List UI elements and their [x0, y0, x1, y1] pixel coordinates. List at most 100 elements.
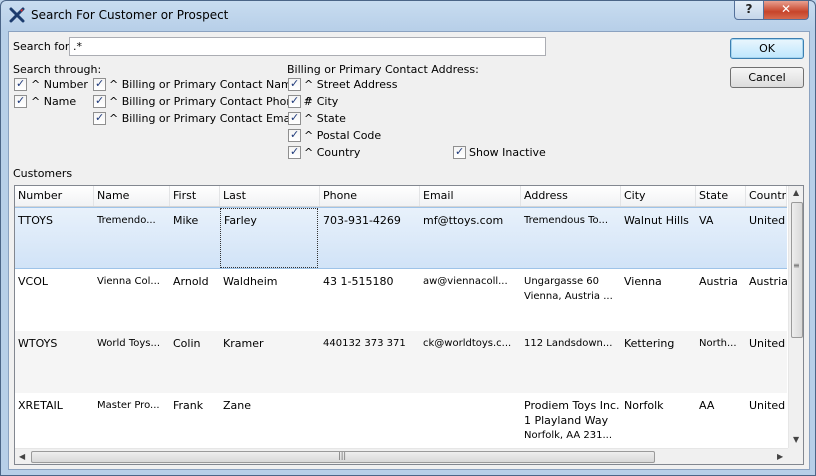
cell-address: 112 Landsdown...: [524, 338, 613, 349]
cell-city: Kettering: [624, 337, 675, 350]
cell-first: Arnold: [173, 275, 209, 288]
scroll-left-arrow-icon[interactable]: ◀: [19, 452, 25, 461]
table-header: Number Name First Last Phone Email Addre…: [15, 186, 787, 207]
customers-label: Customers: [13, 167, 73, 180]
show-inactive-label: Show Inactive: [469, 146, 546, 159]
contact-phone-checkbox[interactable]: [93, 94, 106, 108]
cell-phone: 43 1-515180: [323, 275, 394, 288]
name-checkbox-label: ^ Name: [31, 95, 77, 108]
number-checkbox-label: ^ Number: [31, 78, 88, 91]
state-checkbox[interactable]: [288, 111, 301, 125]
street-checkbox[interactable]: [288, 77, 301, 91]
vertical-scrollbar[interactable]: ▲ ≡ ▼: [788, 186, 803, 448]
cell-last: Waldheim: [223, 275, 278, 288]
horizontal-scrollbar[interactable]: ◀ ||| ▶: [15, 448, 788, 464]
scroll-corner: [788, 448, 803, 464]
customers-table[interactable]: Number Name First Last Phone Email Addre…: [14, 185, 804, 465]
cell-email: mf@ttoys.com: [423, 214, 504, 227]
column-header-number[interactable]: Number: [15, 186, 94, 206]
search-dialog: Search For Customer or Prospect ? ✕ Sear…: [0, 0, 816, 476]
cell-number: VCOL: [18, 275, 48, 288]
column-header-phone[interactable]: Phone: [320, 186, 420, 206]
name-checkbox[interactable]: [14, 94, 27, 108]
cell-number: TTOYS: [18, 214, 54, 227]
dialog-body: Search for: OK Cancel Search through: ^ …: [8, 31, 810, 470]
search-label: Search for:: [13, 40, 73, 53]
scroll-right-arrow-icon[interactable]: ▶: [777, 452, 783, 461]
contact-name-checkbox-label: ^ Billing or Primary Contact Name: [109, 78, 299, 91]
country-checkbox-label: ^ Country: [304, 146, 361, 159]
cell-city: Walnut Hills: [624, 214, 689, 227]
contact-email-checkbox[interactable]: [93, 111, 106, 125]
cell-name: Tremendo...: [97, 215, 156, 226]
cell-first: Mike: [173, 214, 199, 227]
number-checkbox[interactable]: [14, 77, 27, 91]
table-row[interactable]: XRETAIL Master Pro... Frank Zane Prodiem…: [15, 393, 787, 455]
search-through-label: Search through:: [13, 63, 102, 76]
cell-first: Colin: [173, 337, 201, 350]
cell-state: AA: [699, 399, 715, 412]
cell-city: Vienna: [624, 275, 662, 288]
title-bar: Search For Customer or Prospect ? ✕: [1, 1, 815, 31]
cell-country: Austria: [749, 275, 787, 288]
xtuple-logo-icon: [9, 7, 25, 23]
cell-name: Vienna Col...: [97, 276, 160, 287]
horizontal-scroll-thumb[interactable]: |||: [31, 451, 655, 463]
address-label: Billing or Primary Contact Address:: [287, 63, 479, 76]
cell-address: Ungargasse 60 Vienna, Austria ...: [524, 276, 613, 302]
state-checkbox-label: ^ State: [304, 112, 346, 125]
cell-country: United: [749, 214, 786, 227]
cell-number: XRETAIL: [18, 399, 63, 412]
cell-last: Zane: [223, 399, 252, 412]
city-checkbox[interactable]: [288, 94, 301, 108]
cell-name: Master Pro...: [97, 400, 160, 411]
grip-icon: |||: [338, 451, 347, 460]
cell-last: Kramer: [223, 337, 264, 350]
city-checkbox-label: ^ City: [304, 95, 339, 108]
postal-checkbox-label: ^ Postal Code: [304, 129, 382, 142]
grip-icon: ≡: [793, 261, 800, 270]
cell-state: Austria: [699, 275, 738, 288]
cell-country: United: [749, 337, 786, 350]
cell-state: North...: [699, 338, 737, 349]
vertical-scroll-thumb[interactable]: ≡: [791, 202, 803, 338]
cell-phone: 703-931-4269: [323, 214, 401, 227]
street-checkbox-label: ^ Street Address: [304, 78, 398, 91]
column-header-country[interactable]: Country: [746, 186, 787, 206]
cell-name: World Toys...: [97, 338, 161, 349]
contact-email-checkbox-label: ^ Billing or Primary Contact Email: [109, 112, 297, 125]
contact-phone-checkbox-label: ^ Billing or Primary Contact Phone #: [109, 95, 313, 108]
window-title: Search For Customer or Prospect: [31, 8, 229, 22]
contact-name-checkbox[interactable]: [93, 77, 106, 91]
ok-button[interactable]: OK: [730, 38, 804, 59]
cell-address: Tremendous To...: [524, 215, 608, 226]
close-button[interactable]: ✕: [763, 1, 809, 20]
help-button[interactable]: ?: [734, 1, 764, 20]
search-input[interactable]: [69, 37, 546, 56]
column-header-first[interactable]: First: [170, 186, 220, 206]
scroll-down-arrow-icon[interactable]: ▼: [793, 435, 799, 444]
scroll-up-arrow-icon[interactable]: ▲: [793, 188, 799, 197]
column-header-name[interactable]: Name: [94, 186, 170, 206]
postal-checkbox[interactable]: [288, 128, 301, 142]
table-row[interactable]: VCOL Vienna Col... Arnold Waldheim 43 1-…: [15, 269, 787, 331]
cell-state: VA: [699, 214, 714, 227]
cell-country: United: [749, 399, 786, 412]
column-header-state[interactable]: State: [696, 186, 746, 206]
table-row[interactable]: TTOYS Tremendo... Mike Farley 703-931-42…: [15, 207, 787, 269]
cancel-button[interactable]: Cancel: [730, 67, 804, 88]
show-inactive-checkbox[interactable]: [453, 145, 466, 159]
table-row[interactable]: WTOYS World Toys... Colin Kramer 440132 …: [15, 331, 787, 393]
cell-email: ck@worldtoys.c...: [423, 338, 512, 349]
column-header-address[interactable]: Address: [521, 186, 621, 206]
cell-email: aw@viennacoll...: [423, 276, 508, 287]
cell-last: Farley: [220, 208, 318, 268]
cell-first: Frank: [173, 399, 204, 412]
country-checkbox[interactable]: [288, 145, 301, 159]
cell-phone: 440132 373 371: [323, 338, 406, 349]
cell-number: WTOYS: [18, 337, 58, 350]
column-header-city[interactable]: City: [621, 186, 696, 206]
column-header-email[interactable]: Email: [420, 186, 521, 206]
cell-address: Prodiem Toys Inc. 1 Playland Way Norfolk, …: [524, 399, 620, 441]
column-header-last[interactable]: Last: [220, 186, 320, 206]
